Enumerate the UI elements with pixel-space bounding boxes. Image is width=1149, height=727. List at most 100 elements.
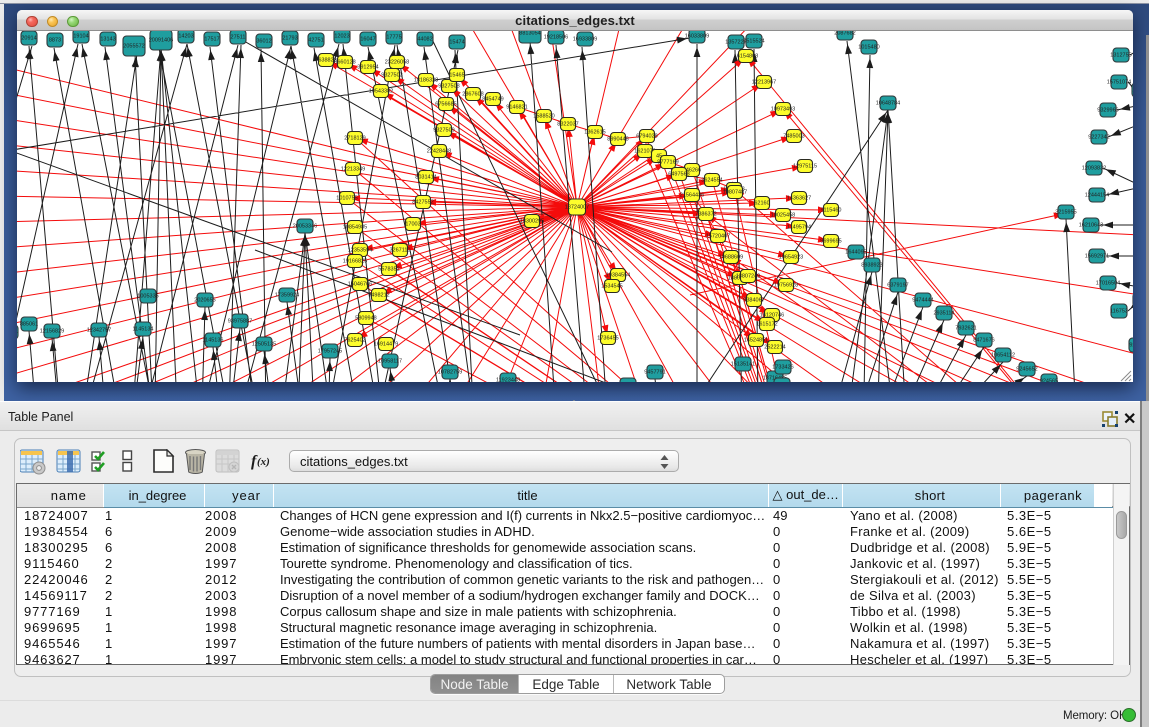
- svg-text:7932621: 7932621: [955, 326, 976, 332]
- svg-text:1733426: 1733426: [772, 365, 793, 371]
- svg-text:9327508: 9327508: [438, 84, 459, 90]
- svg-text:8873: 8873: [49, 38, 61, 44]
- svg-text:17016504: 17016504: [1096, 281, 1120, 287]
- svg-text:12505135: 12505135: [252, 342, 276, 348]
- svg-text:10854985: 10854985: [343, 225, 367, 231]
- svg-text:2020655: 2020655: [194, 298, 215, 304]
- svg-text:9474444: 9474444: [912, 298, 933, 304]
- svg-text:6756685: 6756685: [435, 102, 456, 108]
- svg-text:16154808: 16154808: [734, 54, 758, 60]
- svg-text:12342757: 12342757: [87, 328, 111, 334]
- svg-text:6379197: 6379197: [887, 283, 908, 289]
- svg-text:12156829: 12156829: [40, 329, 64, 335]
- svg-text:19218506: 19218506: [544, 35, 568, 41]
- svg-text:39154: 39154: [17, 330, 18, 336]
- svg-text:93975887: 93975887: [228, 319, 252, 325]
- svg-text:1015480: 1015480: [858, 45, 879, 51]
- svg-text:10973493: 10973493: [771, 107, 795, 113]
- svg-text:3267110: 3267110: [389, 248, 410, 254]
- svg-text:7485003: 7485003: [783, 134, 804, 140]
- svg-text:19384554: 19384554: [606, 273, 630, 279]
- svg-text:8471676: 8471676: [973, 338, 994, 344]
- svg-text:1010755: 1010755: [336, 196, 357, 202]
- svg-text:13143: 13143: [100, 37, 115, 43]
- svg-text:9146821: 9146821: [506, 105, 527, 111]
- svg-text:44082: 44082: [417, 37, 432, 43]
- svg-text:1145134: 1145134: [132, 327, 153, 333]
- svg-text:15720407: 15720407: [706, 234, 730, 240]
- svg-text:5578352: 5578352: [378, 267, 399, 273]
- svg-text:14203: 14203: [178, 34, 193, 40]
- svg-text:16210643: 16210643: [1079, 223, 1103, 229]
- svg-text:11495794: 11495794: [787, 225, 811, 231]
- svg-text:10648784: 10648784: [876, 101, 900, 107]
- svg-text:36012: 36012: [256, 39, 271, 45]
- svg-text:2935114: 2935114: [933, 311, 954, 317]
- svg-text:2055572: 2055572: [123, 44, 144, 50]
- svg-text:19756928: 19756928: [774, 283, 798, 289]
- svg-text:1005335: 1005335: [137, 294, 158, 300]
- svg-text:885061: 885061: [20, 322, 38, 328]
- svg-text:8990448: 8990448: [607, 137, 628, 143]
- svg-text:10654112: 10654112: [991, 353, 1015, 359]
- svg-text:7386372: 7386372: [695, 212, 716, 218]
- svg-text:11923448: 11923448: [496, 378, 520, 383]
- svg-text:16914479: 16914479: [374, 342, 398, 348]
- svg-text:15046766: 15046766: [348, 282, 372, 288]
- svg-text:19104: 19104: [73, 34, 88, 40]
- svg-text:6794028: 6794028: [636, 134, 657, 140]
- svg-text:924565: 924565: [1040, 379, 1058, 383]
- svg-text:15465: 15465: [449, 73, 464, 79]
- svg-text:14524851: 14524851: [744, 338, 768, 344]
- svg-text:2718129: 2718129: [344, 136, 365, 142]
- svg-text:10782759: 10782759: [438, 370, 462, 376]
- svg-text:1534545: 1534545: [601, 284, 622, 290]
- svg-text:9699695: 9699695: [820, 239, 841, 245]
- svg-text:9327503: 9327503: [381, 73, 402, 79]
- svg-text:23226058: 23226058: [385, 60, 409, 66]
- svg-text:15135141: 15135141: [731, 362, 755, 368]
- svg-text:12746: 12746: [1132, 88, 1133, 94]
- svg-text:10688609: 10688609: [719, 255, 743, 261]
- svg-text:116753: 116753: [1110, 309, 1128, 315]
- svg-text:16033809: 16033809: [685, 34, 709, 40]
- svg-text:6497568: 6497568: [668, 172, 689, 178]
- svg-text:8031414: 8031414: [415, 175, 436, 181]
- svg-text:12093832: 12093832: [1082, 166, 1106, 172]
- svg-text:12213349: 12213349: [341, 167, 365, 173]
- svg-text:10025458: 10025458: [771, 213, 795, 219]
- svg-text:21564436: 21564436: [680, 193, 704, 199]
- svg-text:92450: 92450: [1129, 343, 1133, 349]
- svg-text:17517: 17517: [204, 37, 219, 43]
- svg-text:10654923: 10654923: [779, 255, 803, 261]
- svg-text:8454749: 8454749: [482, 97, 503, 103]
- svg-text:1312755: 1312755: [1110, 53, 1131, 59]
- svg-text:9245652: 9245652: [1016, 367, 1037, 373]
- svg-text:7625402: 7625402: [344, 338, 365, 344]
- svg-text:12213967: 12213967: [752, 80, 776, 86]
- svg-text:12353594: 12353594: [348, 248, 372, 254]
- svg-text:20091406: 20091406: [149, 38, 173, 44]
- svg-text:8660128: 8660128: [334, 60, 355, 66]
- svg-text:15474: 15474: [449, 40, 464, 46]
- svg-text:16933809: 16933809: [573, 37, 597, 43]
- svg-text:15751074: 15751074: [1107, 80, 1131, 86]
- svg-text:20914: 20914: [21, 36, 36, 42]
- svg-text:12444154: 12444154: [1085, 193, 1109, 199]
- svg-text:18807249: 18807249: [736, 274, 760, 280]
- svg-text:9384067: 9384067: [743, 298, 764, 304]
- svg-text:16047: 16047: [360, 37, 375, 43]
- svg-text:1615172: 1615172: [756, 322, 777, 328]
- svg-text:27511: 27511: [231, 35, 246, 41]
- svg-text:14363627: 14363627: [787, 196, 811, 202]
- svg-text:3912954: 3912954: [357, 65, 378, 71]
- svg-text:19166825: 19166825: [343, 259, 367, 265]
- svg-text:7515524: 7515524: [743, 39, 764, 45]
- svg-text:9329966: 9329966: [1097, 108, 1118, 114]
- svg-text:18186328: 18186328: [414, 78, 438, 84]
- svg-text:18300295: 18300295: [520, 219, 544, 225]
- svg-text:3624554: 3624554: [701, 178, 722, 184]
- svg-text:8813054: 8813054: [519, 31, 540, 37]
- svg-text:12975115: 12975115: [793, 164, 817, 170]
- svg-text:5498212: 5498212: [368, 293, 389, 299]
